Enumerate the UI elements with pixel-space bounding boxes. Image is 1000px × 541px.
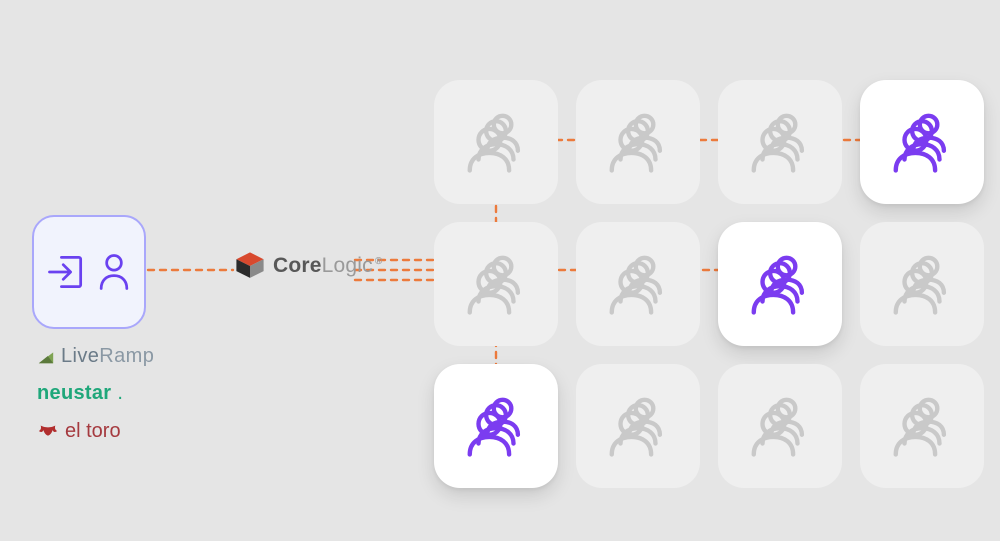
audience-group-icon xyxy=(745,107,815,177)
eltoro-icon xyxy=(37,420,59,442)
audience-tile-matched xyxy=(860,80,984,204)
provider-eltoro-label: el toro xyxy=(65,421,121,441)
audience-group-icon xyxy=(461,249,531,319)
audience-group-icon xyxy=(603,249,673,319)
audience-tile-grid xyxy=(434,80,984,488)
audience-tile xyxy=(718,364,842,488)
audience-tile-matched xyxy=(718,222,842,346)
audience-group-icon xyxy=(603,391,673,461)
audience-group-icon xyxy=(887,107,957,177)
audience-group-icon xyxy=(887,391,957,461)
audience-tile-matched xyxy=(434,364,558,488)
hub-corelogic: CoreLogic® xyxy=(233,249,382,283)
audience-tile xyxy=(860,364,984,488)
corelogic-icon xyxy=(233,249,267,283)
providers-list: LiveRamp neustar. el toro xyxy=(37,346,154,442)
audience-tile xyxy=(576,364,700,488)
audience-tile xyxy=(434,222,558,346)
hub-label: CoreLogic® xyxy=(273,254,382,278)
provider-neustar-label: neustar xyxy=(37,383,111,403)
enter-arrow-icon xyxy=(44,250,88,294)
audience-group-icon xyxy=(461,391,531,461)
audience-group-icon xyxy=(745,391,815,461)
audience-group-icon xyxy=(461,107,531,177)
provider-eltoro: el toro xyxy=(37,420,154,442)
provider-neustar: neustar. xyxy=(37,383,154,403)
user-icon xyxy=(94,250,134,294)
audience-group-icon xyxy=(745,249,815,319)
audience-group-icon xyxy=(603,107,673,177)
audience-tile xyxy=(576,222,700,346)
audience-tile xyxy=(576,80,700,204)
audience-tile xyxy=(434,80,558,204)
audience-tile xyxy=(860,222,984,346)
provider-liveramp: LiveRamp xyxy=(37,346,154,366)
input-source-card xyxy=(32,215,146,329)
audience-tile xyxy=(718,80,842,204)
provider-liveramp-label: LiveRamp xyxy=(61,346,154,366)
liveramp-icon xyxy=(37,347,55,365)
audience-group-icon xyxy=(887,249,957,319)
